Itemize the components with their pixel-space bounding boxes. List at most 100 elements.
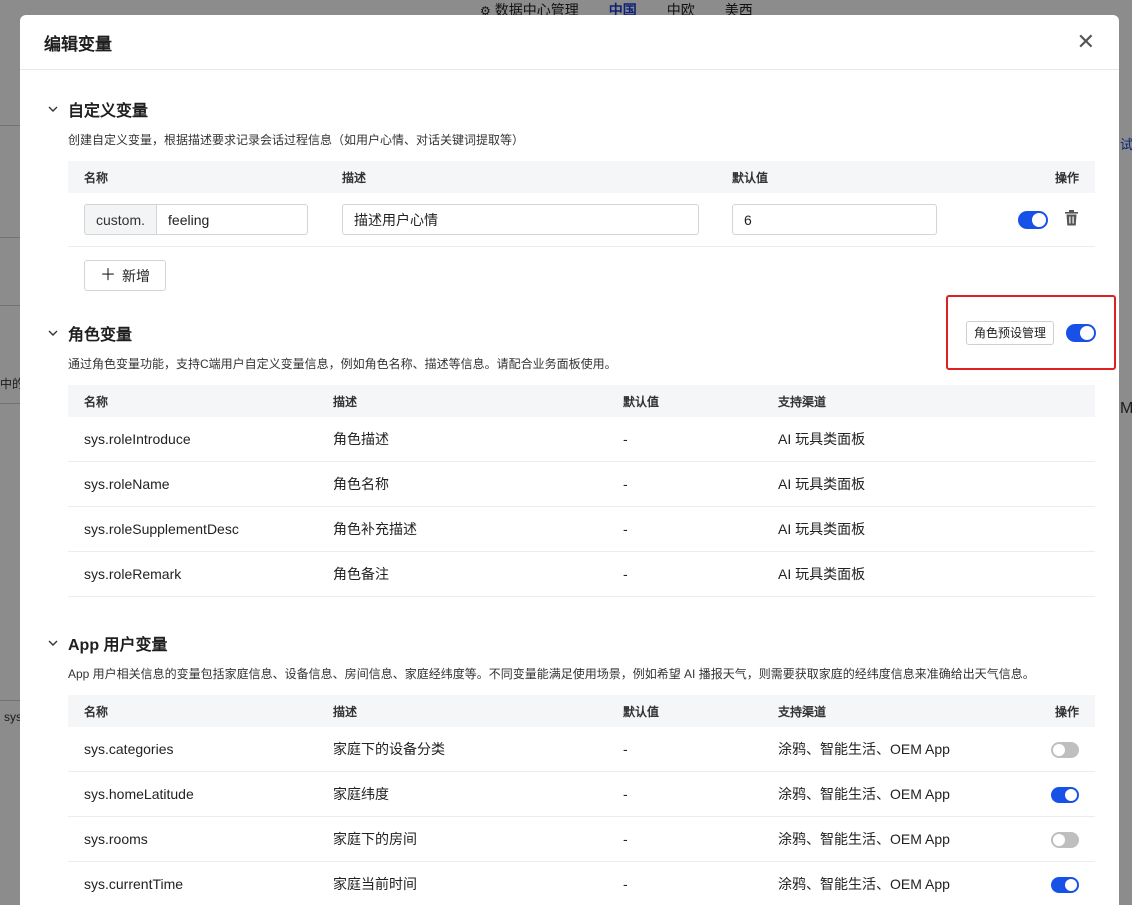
table-row: sys.rooms 家庭下的房间 - 涂鸦、智能生活、OEM App bbox=[68, 817, 1095, 862]
role-preset-button[interactable]: 角色预设管理 bbox=[965, 320, 1054, 345]
section-description: App 用户相关信息的变量包括家庭信息、设备信息、房间信息、家庭经纬度等。不同变… bbox=[68, 667, 1035, 681]
desc-cell bbox=[326, 204, 716, 235]
section-description: 创建自定义变量，根据描述要求记录会话过程信息（如用户心情、对话关键词提取等） bbox=[68, 133, 525, 147]
operation-cell bbox=[1035, 785, 1095, 803]
variable-channel: AI 玩具类面板 bbox=[778, 431, 866, 447]
column-header: 默认值 bbox=[623, 394, 660, 409]
variable-channel: 涂鸦、智能生活、OEM App bbox=[778, 831, 950, 847]
operation-cell bbox=[1035, 740, 1095, 758]
variable-channel: 涂鸦、智能生活、OEM App bbox=[778, 786, 950, 802]
name-cell: custom. bbox=[68, 204, 326, 235]
variable-name: sys.roleSupplementDesc bbox=[84, 521, 239, 537]
variable-channel: 涂鸦、智能生活、OEM App bbox=[778, 876, 950, 892]
variable-channel: AI 玩具类面板 bbox=[778, 566, 866, 582]
variable-channel: AI 玩具类面板 bbox=[778, 521, 866, 537]
modal-title: 编辑变量 bbox=[44, 34, 112, 54]
variable-default: - bbox=[623, 741, 628, 757]
section-title: 角色变量 bbox=[68, 327, 133, 344]
variable-name: sys.categories bbox=[84, 741, 174, 757]
variable-name: sys.rooms bbox=[84, 831, 148, 847]
section-description: 通过角色变量功能，支持C端用户自定义变量信息，例如角色名称、描述等信息。请配合业… bbox=[68, 357, 617, 371]
variable-name: sys.roleRemark bbox=[84, 566, 182, 582]
column-header: 描述 bbox=[333, 704, 358, 719]
section-header: App 用户变量 bbox=[44, 631, 1095, 655]
variable-description-input[interactable] bbox=[342, 204, 699, 235]
edit-variables-modal: 编辑变量 ✕ 自定义变量 创建自定义变量，根据描述要求记录会话过程信息（如用户心… bbox=[20, 15, 1119, 905]
variable-name: sys.homeLatitude bbox=[84, 786, 194, 802]
app-user-variables-table: 名称 描述 默认值 支持渠道 操作 sys.categories 家庭下的设备分… bbox=[68, 695, 1095, 905]
column-header: 描述 bbox=[333, 394, 358, 409]
app-user-variables-section: App 用户变量 App 用户相关信息的变量包括家庭信息、设备信息、房间信息、家… bbox=[44, 597, 1095, 905]
role-variables-toggle[interactable] bbox=[1066, 323, 1096, 342]
table-row: sys.categories 家庭下的设备分类 - 涂鸦、智能生活、OEM Ap… bbox=[68, 727, 1095, 772]
section-title: 自定义变量 bbox=[68, 103, 149, 120]
variable-description: 家庭下的设备分类 bbox=[333, 741, 445, 757]
plus-icon: ＋ bbox=[100, 266, 117, 284]
table-row: sys.currentTime 家庭当前时间 - 涂鸦、智能生活、OEM App bbox=[68, 862, 1095, 905]
table-header: 名称 描述 默认值 操作 bbox=[68, 161, 1095, 193]
column-header: 描述 bbox=[342, 170, 367, 185]
variable-name: sys.currentTime bbox=[84, 876, 184, 892]
variable-description: 家庭纬度 bbox=[333, 786, 389, 802]
custom-prefix: custom. bbox=[84, 204, 157, 235]
variable-description: 角色名称 bbox=[333, 476, 389, 492]
variable-default: - bbox=[623, 876, 628, 892]
custom-variables-table: 名称 描述 默认值 操作 custom. feeling 描述用户心情 6 ＋ … bbox=[68, 161, 1095, 291]
variable-description: 角色补充描述 bbox=[333, 521, 417, 537]
column-header: 默认值 bbox=[732, 170, 769, 185]
table-row: sys.homeLatitude 家庭纬度 - 涂鸦、智能生活、OEM App bbox=[68, 772, 1095, 817]
variable-default: - bbox=[623, 521, 628, 537]
trash-icon[interactable] bbox=[1064, 210, 1079, 229]
variable-default: - bbox=[623, 566, 628, 582]
variable-default: - bbox=[623, 786, 628, 802]
column-header: 名称 bbox=[84, 394, 109, 409]
variable-default: - bbox=[623, 431, 628, 447]
custom-variables-section: 自定义变量 创建自定义变量，根据描述要求记录会话过程信息（如用户心情、对话关键词… bbox=[44, 70, 1095, 291]
variable-default: - bbox=[623, 831, 628, 847]
variable-toggle[interactable] bbox=[1051, 786, 1079, 803]
chevron-down-icon[interactable] bbox=[44, 103, 62, 115]
variable-channel: 涂鸦、智能生活、OEM App bbox=[778, 741, 950, 757]
column-header: 名称 bbox=[84, 704, 109, 719]
variable-name: sys.roleIntroduce bbox=[84, 431, 191, 447]
close-icon[interactable]: ✕ bbox=[1077, 31, 1095, 53]
column-header: 名称 bbox=[84, 170, 109, 185]
role-variables-section: 角色变量 角色预设管理 通过角色变量功能，支持C端用户自定义变量信息，例如角色名… bbox=[44, 291, 1116, 597]
modal-body: 自定义变量 创建自定义变量，根据描述要求记录会话过程信息（如用户心情、对话关键词… bbox=[20, 70, 1119, 905]
custom-variable-toggle[interactable] bbox=[1018, 210, 1049, 229]
table-header: 名称 描述 默认值 支持渠道 bbox=[68, 385, 1095, 417]
section-header: 角色变量 角色预设管理 bbox=[44, 295, 1116, 370]
variable-default: - bbox=[623, 476, 628, 492]
chevron-down-icon[interactable] bbox=[44, 637, 62, 649]
table-header: 名称 描述 默认值 支持渠道 操作 bbox=[68, 695, 1095, 727]
column-header: 操作 bbox=[1054, 170, 1079, 185]
modal-header: 编辑变量 ✕ bbox=[20, 15, 1119, 70]
variable-name-input[interactable] bbox=[156, 204, 309, 235]
variable-toggle[interactable] bbox=[1051, 831, 1079, 848]
variable-name-group: custom. bbox=[84, 204, 326, 235]
variable-description: 角色描述 bbox=[333, 431, 389, 447]
operation-cell bbox=[941, 210, 1095, 229]
add-row-area: ＋ 新增 bbox=[68, 247, 1095, 291]
table-row: sys.roleName 角色名称 - AI 玩具类面板 bbox=[68, 462, 1095, 507]
variable-toggle[interactable] bbox=[1051, 876, 1079, 893]
variable-channel: AI 玩具类面板 bbox=[778, 476, 866, 492]
variable-description: 家庭当前时间 bbox=[333, 876, 417, 892]
column-header: 操作 bbox=[1054, 704, 1079, 719]
section-title: App 用户变量 bbox=[68, 637, 168, 654]
variable-toggle[interactable] bbox=[1051, 741, 1079, 758]
default-cell bbox=[716, 204, 941, 235]
column-header: 支持渠道 bbox=[778, 704, 827, 719]
operation-cell bbox=[1035, 830, 1095, 848]
add-variable-button[interactable]: ＋ 新增 bbox=[84, 260, 167, 291]
table-row: sys.roleIntroduce 角色描述 - AI 玩具类面板 bbox=[68, 417, 1095, 462]
role-controls-highlight: 角色预设管理 bbox=[946, 295, 1116, 370]
section-header: 自定义变量 bbox=[44, 97, 1095, 121]
column-header: 默认值 bbox=[623, 704, 660, 719]
operation-cell bbox=[1035, 875, 1095, 893]
role-variables-table: 名称 描述 默认值 支持渠道 sys.roleIntroduce 角色描述 - … bbox=[68, 385, 1095, 597]
default-value-input[interactable] bbox=[732, 204, 937, 235]
table-row: sys.roleRemark 角色备注 - AI 玩具类面板 bbox=[68, 552, 1095, 597]
variable-description: 角色备注 bbox=[333, 566, 389, 582]
chevron-down-icon[interactable] bbox=[44, 327, 62, 339]
